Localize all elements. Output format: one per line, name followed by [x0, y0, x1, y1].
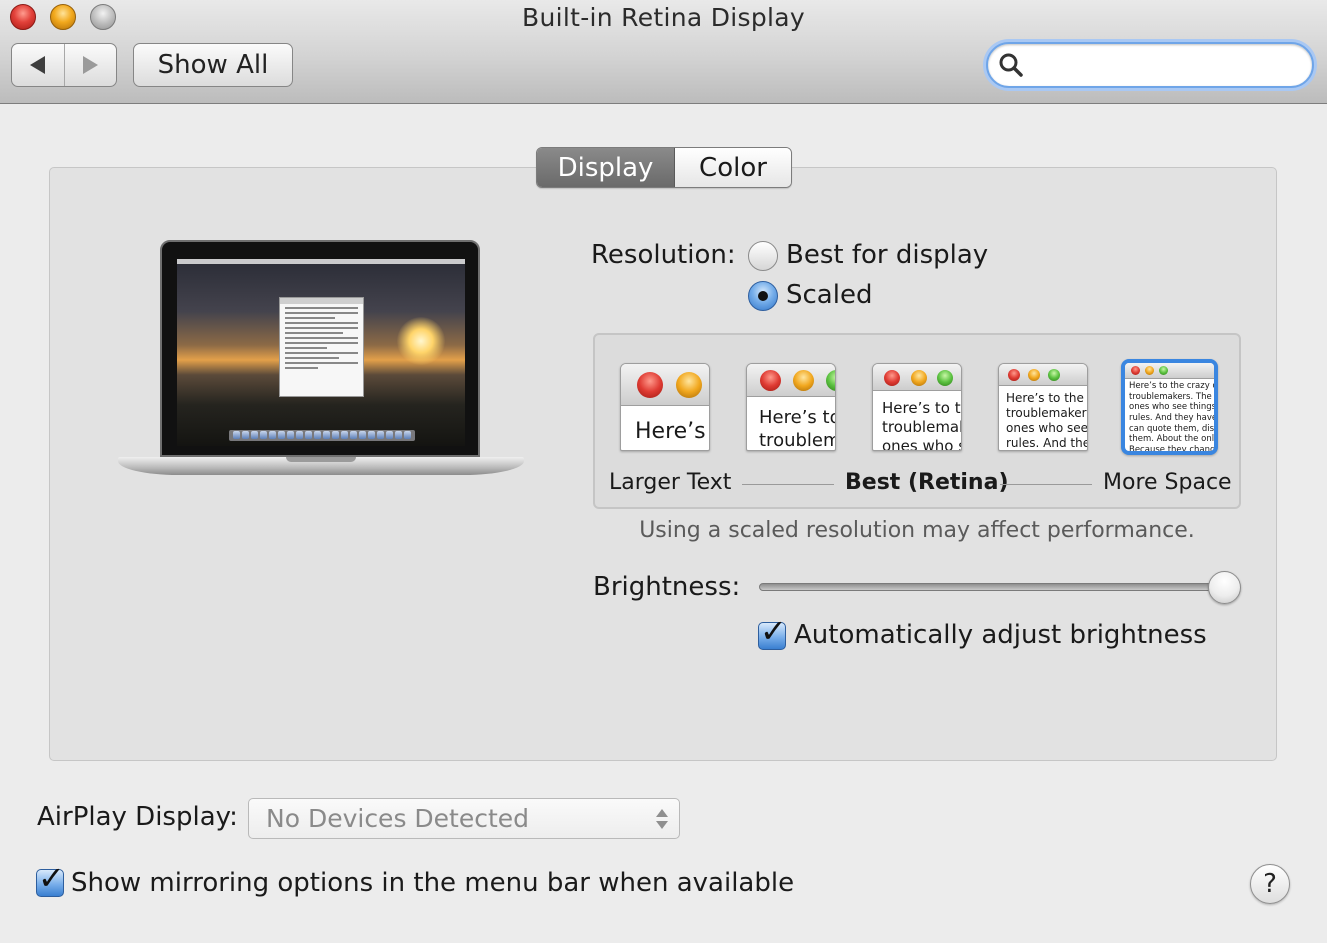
scale-option-sample-text: Here’s to troublem — [759, 407, 836, 451]
display-color-tabs: Display Color — [536, 147, 792, 188]
search-field[interactable] — [986, 42, 1314, 88]
brightness-slider-track[interactable] — [759, 583, 1229, 591]
sunset-sun — [397, 317, 445, 365]
window-title: Built-in Retina Display — [522, 3, 805, 32]
best-for-display-radio[interactable] — [748, 241, 778, 271]
scale-option-more-space[interactable]: Here’s to the crazy one troublemakers. T… — [1121, 359, 1218, 455]
popup-arrows-icon — [656, 807, 668, 831]
tab-display[interactable]: Display — [537, 148, 675, 187]
larger-text-label: Larger Text — [609, 470, 732, 495]
brightness-label: Brightness: — [593, 572, 741, 602]
mini-menubar — [177, 259, 465, 264]
scale-option-4[interactable]: Here’s to the cr troublemakers. ones who… — [998, 363, 1088, 451]
show-mirroring-checkbox[interactable]: ✓ — [36, 862, 65, 897]
checkmark-icon: ✓ — [760, 612, 787, 650]
scale-option-sample-text: Here’s to th troublemak ones who s — [882, 399, 962, 451]
resolution-label: Resolution: — [591, 240, 736, 270]
scaled-label[interactable]: Scaled — [786, 280, 872, 310]
show-all-button[interactable]: Show All — [133, 43, 293, 87]
more-space-label: More Space — [1103, 470, 1232, 495]
best-for-display-label[interactable]: Best for display — [786, 240, 988, 270]
chevron-left-icon — [30, 56, 46, 74]
best-retina-label: Best (Retina) — [845, 470, 1009, 495]
airplay-selected-value: No Devices Detected — [266, 804, 530, 833]
back-forward-control — [11, 43, 117, 87]
laptop-notch — [286, 457, 356, 462]
airplay-display-label: AirPlay Display: — [37, 802, 238, 832]
back-button[interactable] — [12, 44, 65, 86]
auto-brightness-label[interactable]: Automatically adjust brightness — [794, 620, 1207, 650]
performance-note: Using a scaled resolution may affect per… — [639, 518, 1195, 543]
window-titlebar: Built-in Retina Display Show All — [0, 0, 1327, 104]
scaled-radio[interactable] — [748, 281, 778, 311]
show-mirroring-label[interactable]: Show mirroring options in the menu bar w… — [71, 868, 794, 898]
search-input[interactable] — [1032, 50, 1312, 80]
scale-divider-left — [742, 484, 834, 485]
scale-divider-right — [1000, 484, 1092, 485]
chevron-right-icon — [82, 56, 98, 74]
scale-option-sample-text: Here’s to the cr troublemakers. ones who… — [1006, 391, 1088, 450]
tab-color[interactable]: Color — [675, 148, 791, 187]
scale-option-best-retina[interactable]: Here’s to th troublemak ones who s — [872, 363, 962, 451]
mini-dock — [229, 430, 415, 441]
scale-option-sample-text: Here’s — [635, 419, 706, 444]
scale-option-2[interactable]: Here’s to troublem — [746, 363, 836, 451]
help-button[interactable]: ? — [1250, 864, 1290, 904]
brightness-slider-knob[interactable] — [1208, 571, 1241, 604]
laptop-screen — [177, 259, 465, 446]
laptop-lid — [160, 240, 480, 457]
macbook-pro-illustration — [118, 240, 524, 490]
airplay-display-popup[interactable]: No Devices Detected — [248, 798, 680, 839]
forward-button[interactable] — [65, 44, 117, 86]
mini-document-window — [279, 297, 364, 397]
auto-brightness-checkbox[interactable]: ✓ — [758, 615, 787, 650]
search-icon — [999, 53, 1023, 77]
scale-option-larger-text[interactable]: Here’s — [620, 363, 710, 451]
checkmark-icon: ✓ — [38, 859, 65, 897]
scale-option-sample-text: Here’s to the crazy one troublemakers. T… — [1129, 381, 1218, 455]
